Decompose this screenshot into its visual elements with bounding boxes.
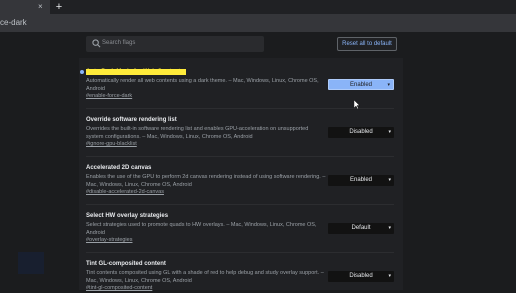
close-tab-icon[interactable]: × [38, 2, 43, 12]
select-value: Default [351, 225, 371, 231]
flag-item-overlay-strategies: Select HW overlay strategies Select stra… [86, 212, 326, 245]
flag-link[interactable]: #disable-accelerated-2d-canvas [86, 189, 326, 197]
flag-description: Tint contents composited using GL with a… [86, 270, 324, 284]
flag-title: Override software rendering list [86, 117, 177, 123]
chevron-down-icon: ▾ [388, 177, 391, 183]
flag-link[interactable]: #overlay-strategies [86, 237, 326, 245]
chevron-down-icon: ▾ [388, 225, 391, 231]
flag-select-tint-gl-composited[interactable]: Disabled ▾ [328, 271, 394, 282]
select-value: Enabled [349, 82, 373, 88]
search-placeholder: Search flags [102, 40, 136, 46]
flag-title: Select HW overlay strategies [86, 213, 169, 219]
flag-description: Overrides the built-in software renderin… [86, 126, 309, 140]
divider [86, 204, 394, 205]
flag-link[interactable]: #tint-gl-composited-content [86, 285, 326, 293]
browser-tab[interactable]: × [0, 0, 50, 14]
modified-indicator-dot [80, 70, 84, 74]
flag-item-ignore-gpu-blacklist: Override software rendering list Overrid… [86, 116, 326, 149]
chevron-down-icon: ▾ [388, 273, 391, 279]
mouse-cursor-icon [354, 100, 360, 109]
search-flags-input[interactable]: Search flags [86, 36, 264, 52]
flag-title: Tint GL-composited content [86, 261, 166, 267]
flag-item-force-dark: Auto Dark Mode for Web Contents Automati… [86, 68, 326, 101]
search-highlight: Auto Dark Mode for Web Contents [86, 69, 186, 75]
divider [86, 108, 394, 109]
flag-description: Automatically render all web contents us… [86, 78, 319, 92]
flag-title: Auto Dark Mode for Web Contents [86, 68, 326, 76]
background-window-fragment [18, 252, 44, 274]
flag-link[interactable]: #ignore-gpu-blacklist [86, 141, 326, 149]
address-bar[interactable]: ce-dark [0, 14, 516, 32]
select-value: Disabled [349, 129, 373, 135]
flag-select-overlay-strategies[interactable]: Default ▾ [328, 223, 394, 234]
flag-select-accelerated-2d-canvas[interactable]: Enabled ▾ [328, 175, 394, 186]
divider [86, 156, 394, 157]
select-value: Disabled [349, 273, 373, 279]
flag-title: Accelerated 2D canvas [86, 165, 152, 171]
flag-description: Enables the use of the GPU to perform 2d… [86, 174, 326, 188]
flag-item-tint-gl-composited: Tint GL-composited content Tint contents… [86, 260, 326, 293]
flag-item-accelerated-2d-canvas: Accelerated 2D canvas Enables the use of… [86, 164, 326, 197]
flag-select-ignore-gpu-blacklist[interactable]: Disabled ▾ [328, 127, 394, 138]
chevron-down-icon: ▾ [388, 129, 391, 135]
flag-select-force-dark[interactable]: Enabled ▾ [328, 79, 394, 90]
reset-all-button[interactable]: Reset all to default [337, 37, 397, 51]
tab-strip: × + [0, 0, 516, 14]
new-tab-icon[interactable]: + [54, 1, 64, 13]
flag-link[interactable]: #enable-force-dark [86, 93, 326, 101]
chevron-down-icon: ▾ [387, 82, 390, 88]
select-value: Enabled [349, 177, 373, 183]
search-icon [92, 39, 101, 48]
flag-description: Select strategies used to promote quads … [86, 222, 317, 236]
address-url[interactable]: ce-dark [0, 18, 27, 27]
divider [86, 252, 394, 253]
